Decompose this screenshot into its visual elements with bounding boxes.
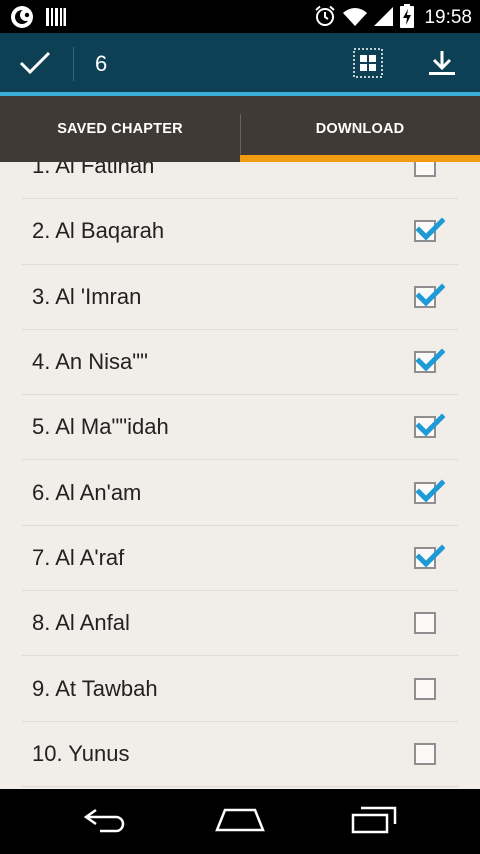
clock: 19:58 (424, 7, 472, 28)
checkmark-icon (19, 51, 51, 79)
chapter-row[interactable]: 1. Al Fatihah (22, 162, 458, 200)
chapter-label: 10. Yunus (32, 740, 130, 766)
chapter-list[interactable]: 1. Al Fatihah 2. Al Baqarah 3. Al 'Imran 4.… (0, 162, 480, 789)
chapter-list-content: 1. Al Fatihah 2. Al Baqarah 3. Al 'Imran 4.… (0, 162, 480, 787)
checkbox-unchecked[interactable] (414, 742, 436, 765)
active-tab-indicator (240, 155, 480, 162)
chapter-row[interactable]: 3. Al 'Imran (22, 265, 458, 330)
selected-count: 6 (95, 51, 108, 76)
chapter-row[interactable]: 8. Al Anfal (22, 591, 458, 657)
check-mark-icon (415, 479, 445, 503)
moon-notification-icon (10, 5, 36, 33)
checkbox-checked[interactable] (414, 413, 445, 439)
chapter-row[interactable]: 2. Al Baqarah (22, 199, 458, 265)
check-mark-icon (415, 413, 445, 437)
checkbox-checked[interactable] (414, 479, 445, 504)
chapter-label: 5. Al Ma""idah (32, 414, 169, 440)
check-mark-icon (415, 348, 445, 372)
select-all-grid-icon (353, 48, 383, 82)
check-mark-icon (415, 283, 445, 307)
chapter-row[interactable]: 7. Al A'raf (22, 526, 458, 592)
checkbox-checked[interactable] (414, 544, 445, 569)
chapter-row[interactable]: 9. At Tawbah (22, 656, 458, 722)
chapter-label: 4. An Nisa"" (32, 349, 148, 375)
signal-icon (374, 5, 394, 31)
chapter-row[interactable]: 4. An Nisa"" (22, 330, 458, 396)
notification-area (10, 5, 66, 33)
home-icon (214, 806, 266, 838)
checkbox-unchecked[interactable] (414, 612, 436, 635)
chapter-row[interactable]: 10. Yunus (22, 722, 458, 787)
tab-bar: SAVED CHAPTER DOWNLOAD (0, 96, 480, 162)
system-icons: 19:58 (314, 4, 472, 32)
battery-charging-icon (400, 4, 415, 32)
checkbox-checked[interactable] (414, 217, 445, 243)
chapter-label: 1. Al Fatihah (32, 162, 155, 179)
action-bar: 6 (0, 33, 480, 96)
done-button[interactable] (14, 47, 56, 83)
chapter-row[interactable]: 5. Al Ma""idah (22, 395, 458, 461)
tab-saved-chapter[interactable]: SAVED CHAPTER (0, 96, 240, 162)
chapter-label: 9. At Tawbah (32, 675, 158, 701)
back-icon (82, 807, 130, 837)
chapter-label: 6. Al An'am (32, 479, 142, 505)
checkbox-checked[interactable] (414, 348, 445, 374)
checkbox-checked[interactable] (414, 283, 445, 308)
checkbox-unchecked[interactable] (414, 162, 436, 178)
tab-label: DOWNLOAD (315, 121, 405, 137)
download-icon (428, 49, 456, 81)
alarm-icon (314, 5, 336, 31)
download-button[interactable] (420, 45, 464, 85)
select-all-button[interactable] (346, 45, 390, 85)
chapter-label: 8. Al Anfal (32, 610, 130, 636)
checkbox-unchecked[interactable] (414, 677, 436, 700)
navigation-bar (0, 789, 480, 854)
back-button[interactable] (78, 805, 134, 839)
chapter-label: 2. Al Baqarah (32, 218, 165, 244)
tab-download[interactable]: DOWNLOAD (240, 96, 480, 162)
action-bar-divider (73, 47, 74, 81)
recents-icon (349, 806, 399, 838)
home-button[interactable] (212, 805, 268, 839)
tab-label: SAVED CHAPTER (57, 121, 183, 137)
chapter-label: 3. Al 'Imran (32, 283, 142, 309)
chapter-label: 7. Al A'raf (32, 544, 125, 570)
chapter-row[interactable]: 6. Al An'am (22, 460, 458, 526)
barcode-notification-icon (46, 7, 66, 31)
recents-button[interactable] (346, 805, 402, 839)
status-bar: 19:58 (0, 0, 480, 33)
check-mark-icon (415, 217, 445, 241)
tab-divider (240, 114, 241, 154)
wifi-icon (342, 5, 368, 31)
check-mark-icon (415, 544, 445, 568)
